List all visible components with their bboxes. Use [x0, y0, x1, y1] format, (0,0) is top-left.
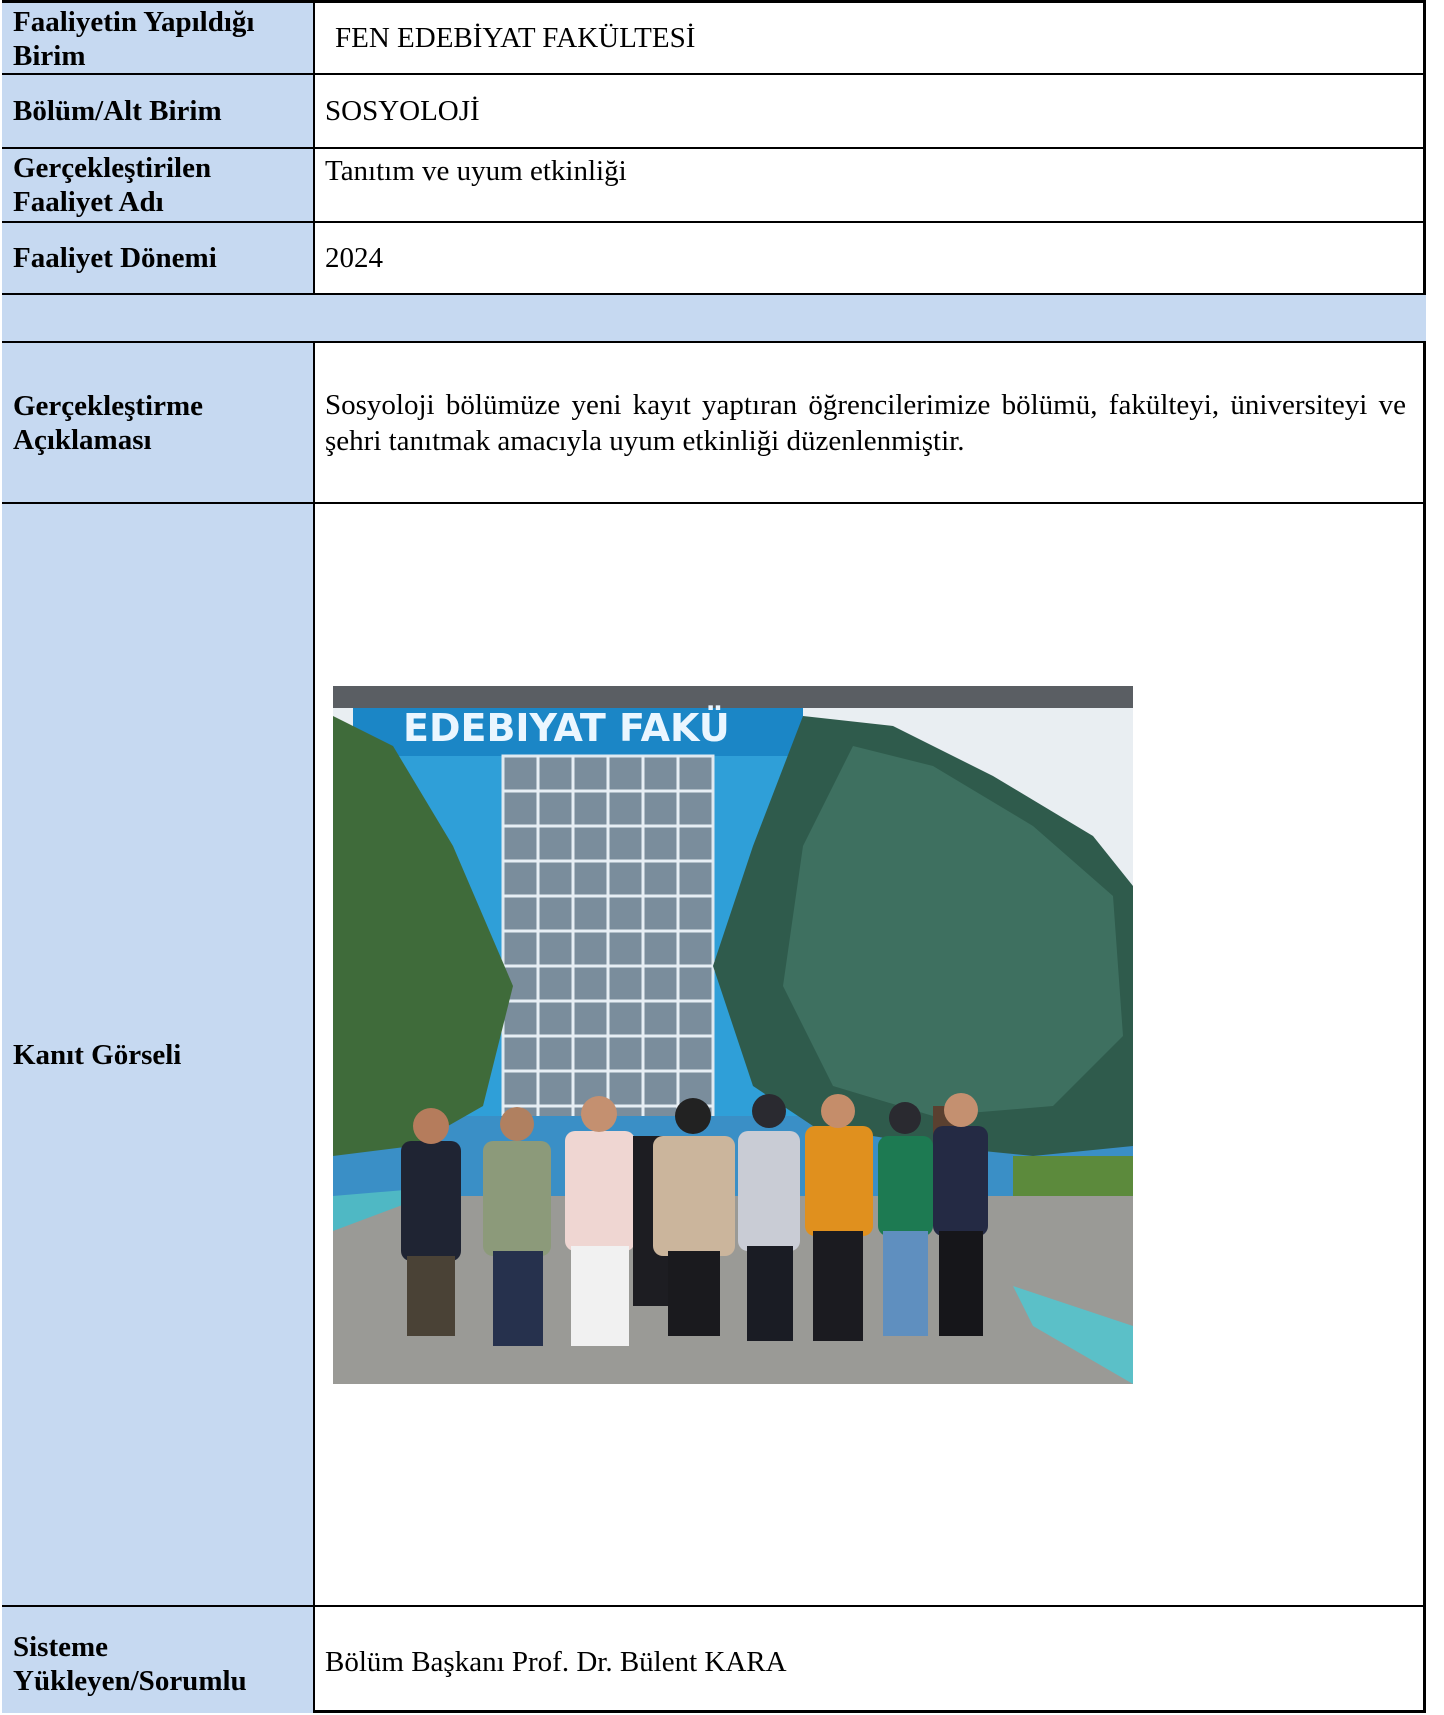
label-aciklama-text: Gerçekleştirme Açıklaması: [13, 389, 204, 456]
label-gorsel: Kanıt Görseli: [2, 504, 315, 1605]
row-birim: Faaliyetin Yapıldığı Birim FEN EDEBİYAT …: [2, 0, 1426, 75]
separator-band: [2, 295, 1426, 341]
row-bolum: Bölüm/Alt Birim SOSYOLOJİ: [2, 75, 1426, 149]
value-bolum-text: SOSYOLOJİ: [325, 95, 480, 127]
value-faaliyet-adi-text: Tanıtım ve uyum etkinliği: [325, 155, 627, 187]
label-birim: Faaliyetin Yapıldığı Birim: [2, 3, 315, 73]
label-sorumlu-text: Sisteme Yükleyen/Sorumlu: [13, 1631, 247, 1697]
building-sign-text: EDEBIYAT FAKÜ: [403, 706, 730, 750]
value-faaliyet-adi: Tanıtım ve uyum etkinliği: [315, 149, 1426, 221]
value-sorumlu-text: Bölüm Başkanı Prof. Dr. Bülent KARA: [325, 1646, 787, 1678]
value-birim-text: FEN EDEBİYAT FAKÜLTESİ: [335, 22, 696, 54]
value-aciklama-text: Sosyoloji bölümüze yeni kayıt yaptıran ö…: [325, 388, 1406, 457]
row-sorumlu: Sisteme Yükleyen/Sorumlu Bölüm Başkanı P…: [2, 1607, 1426, 1713]
label-aciklama: Gerçekleştirme Açıklaması: [2, 343, 315, 502]
label-faaliyet-adi: Gerçekleştirilen Faaliyet Adı: [2, 149, 315, 221]
label-bolum: Bölüm/Alt Birim: [2, 75, 315, 147]
value-donem: 2024: [315, 223, 1426, 293]
label-donem-text: Faaliyet Dönemi: [13, 242, 217, 274]
label-bolum-text: Bölüm/Alt Birim: [13, 95, 222, 127]
value-bolum: SOSYOLOJİ: [315, 75, 1426, 147]
value-sorumlu: Bölüm Başkanı Prof. Dr. Bülent KARA: [315, 1607, 1426, 1713]
evidence-photo: EDEBIYAT FAKÜ: [333, 686, 1133, 1384]
label-faaliyet-adi-text: Gerçekleştirilen Faaliyet Adı: [13, 152, 212, 218]
label-donem: Faaliyet Dönemi: [2, 223, 315, 293]
label-sorumlu: Sisteme Yükleyen/Sorumlu: [2, 1607, 315, 1713]
value-aciklama: Sosyoloji bölümüze yeni kayıt yaptıran ö…: [315, 343, 1426, 502]
row-faaliyet-adi: Gerçekleştirilen Faaliyet Adı Tanıtım ve…: [2, 149, 1426, 223]
value-donem-text: 2024: [325, 242, 383, 274]
row-donem: Faaliyet Dönemi 2024: [2, 223, 1426, 295]
label-gorsel-text: Kanıt Görseli: [13, 1038, 182, 1071]
row-aciklama: Gerçekleştirme Açıklaması Sosyoloji bölü…: [2, 343, 1426, 504]
value-birim: FEN EDEBİYAT FAKÜLTESİ: [315, 3, 1426, 73]
label-birim-text: Faaliyetin Yapıldığı Birim: [13, 6, 255, 72]
row-separator: [2, 295, 1426, 343]
